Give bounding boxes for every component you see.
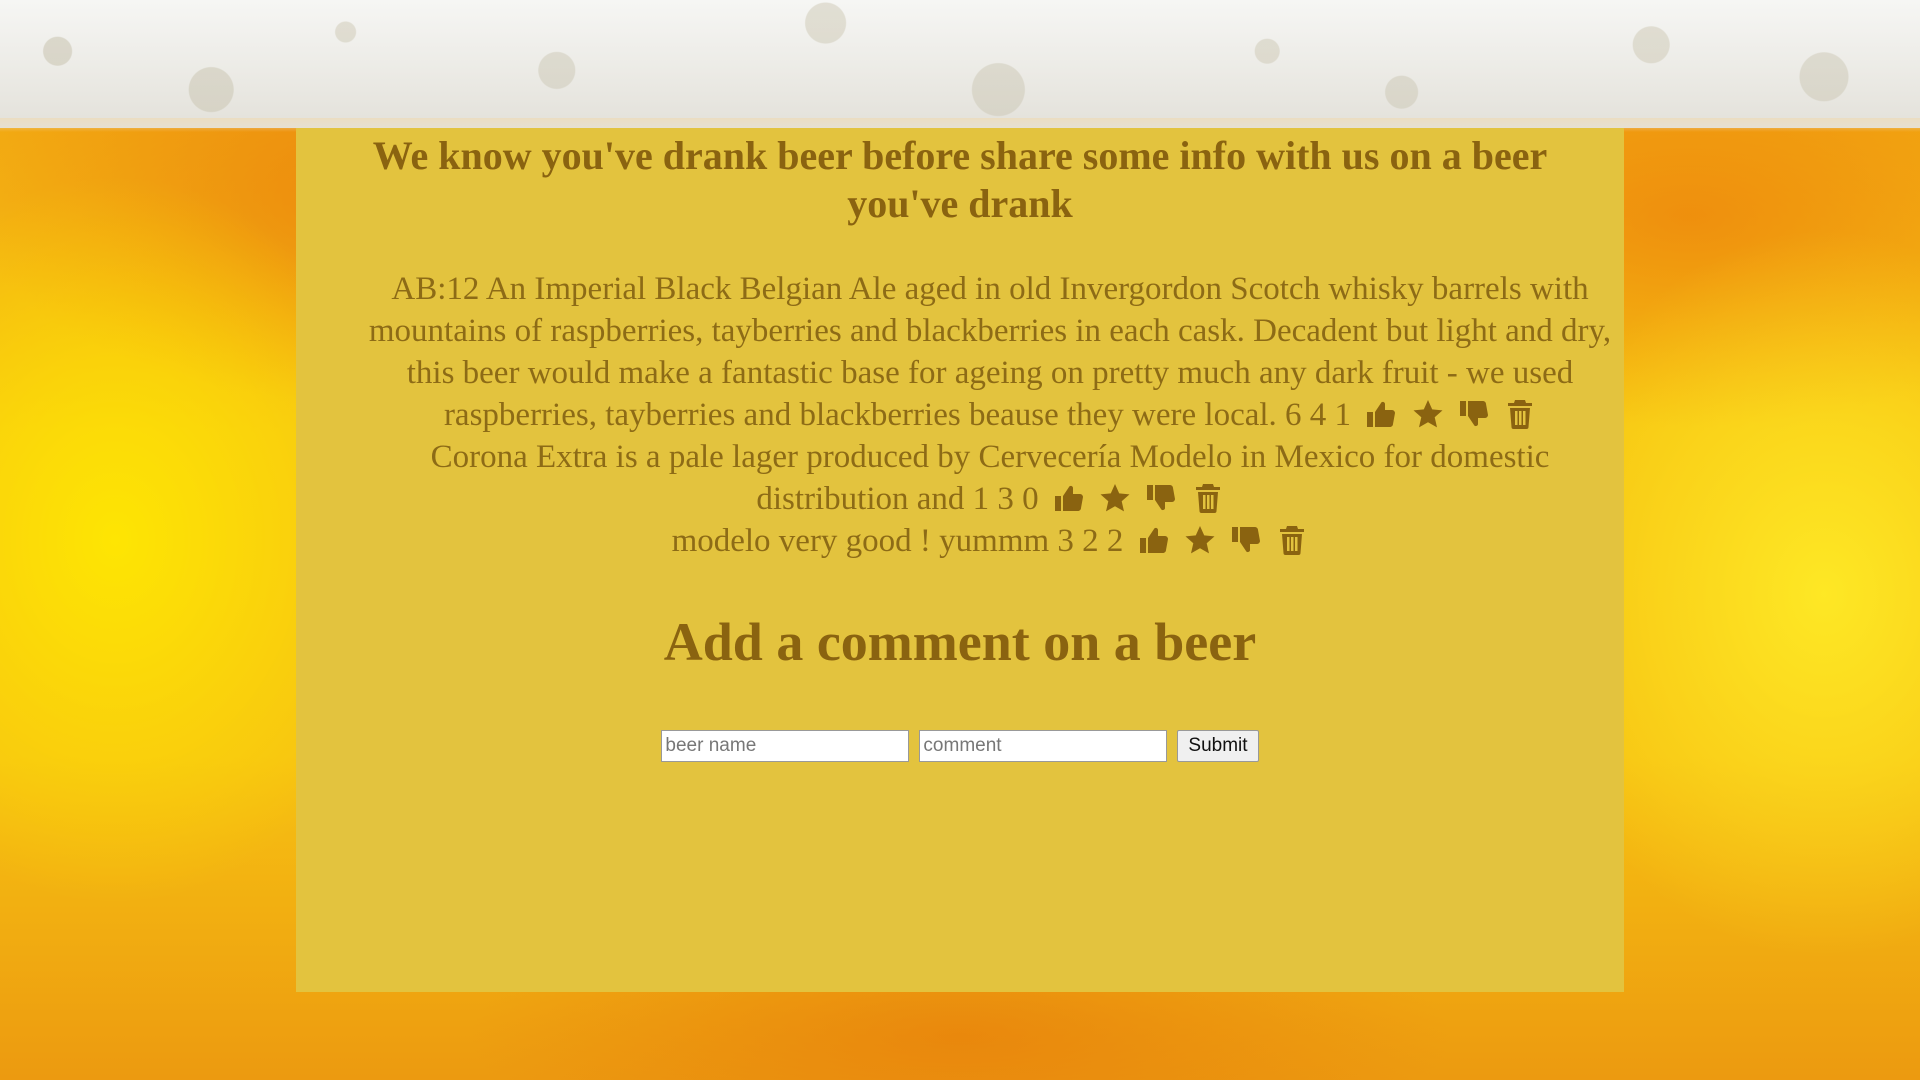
trash-icon[interactable] [1276,524,1308,556]
submit-button[interactable]: Submit [1177,730,1259,762]
beer-item: Corona Extra is a pale lager produced by… [360,436,1620,520]
beer-item: modelo very good ! yummm 3 2 2 [360,520,1620,562]
thumbs-down-icon[interactable] [1145,482,1177,514]
thumbs-down-icon[interactable] [1230,524,1262,556]
thumbs-down-icon[interactable] [1458,398,1490,430]
trash-icon[interactable] [1192,482,1224,514]
main-panel: We know you've drank beer before share s… [296,128,1624,992]
beer-item-text: Corona Extra is a pale lager produced by… [430,439,1550,517]
add-comment-heading: Add a comment on a beer [663,612,1257,672]
trash-icon[interactable] [1504,398,1536,430]
star-icon[interactable] [1412,398,1444,430]
beer-item-text: modelo very good ! yummm 3 2 2 [671,523,1124,559]
beer-name-input[interactable] [661,730,910,762]
page-title: We know you've drank beer before share s… [372,133,1548,226]
star-icon[interactable] [1099,482,1131,514]
comment-form: Submit [296,730,1624,762]
thumbs-up-icon[interactable] [1053,482,1085,514]
beer-foam-background [0,0,1920,128]
comment-input[interactable] [919,730,1168,762]
star-icon[interactable] [1184,524,1216,556]
beer-item: AB:12 An Imperial Black Belgian Ale aged… [360,268,1620,436]
beer-list: AB:12 An Imperial Black Belgian Ale aged… [296,268,1624,562]
thumbs-up-icon[interactable] [1365,398,1397,430]
thumbs-up-icon[interactable] [1138,524,1170,556]
